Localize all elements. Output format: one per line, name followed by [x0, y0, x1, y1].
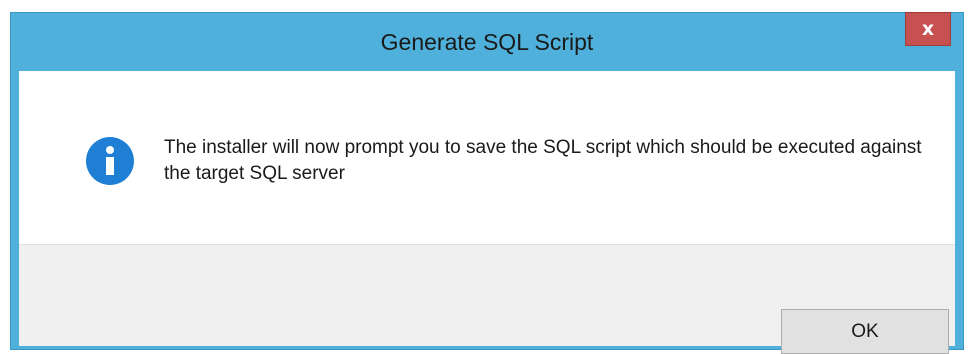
button-bar: OK: [19, 244, 955, 354]
info-icon: [86, 137, 134, 185]
message-dialog: Generate SQL Script x The installer will…: [10, 12, 964, 354]
close-button[interactable]: x: [905, 12, 951, 46]
ok-button[interactable]: OK: [781, 309, 949, 354]
dialog-title: Generate SQL Script: [380, 29, 594, 55]
message-area: The installer will now prompt you to sav…: [19, 71, 955, 244]
message-text: The installer will now prompt you to sav…: [164, 137, 922, 184]
title-bar[interactable]: Generate SQL Script: [11, 13, 963, 71]
dialog-content: The installer will now prompt you to sav…: [19, 71, 955, 354]
